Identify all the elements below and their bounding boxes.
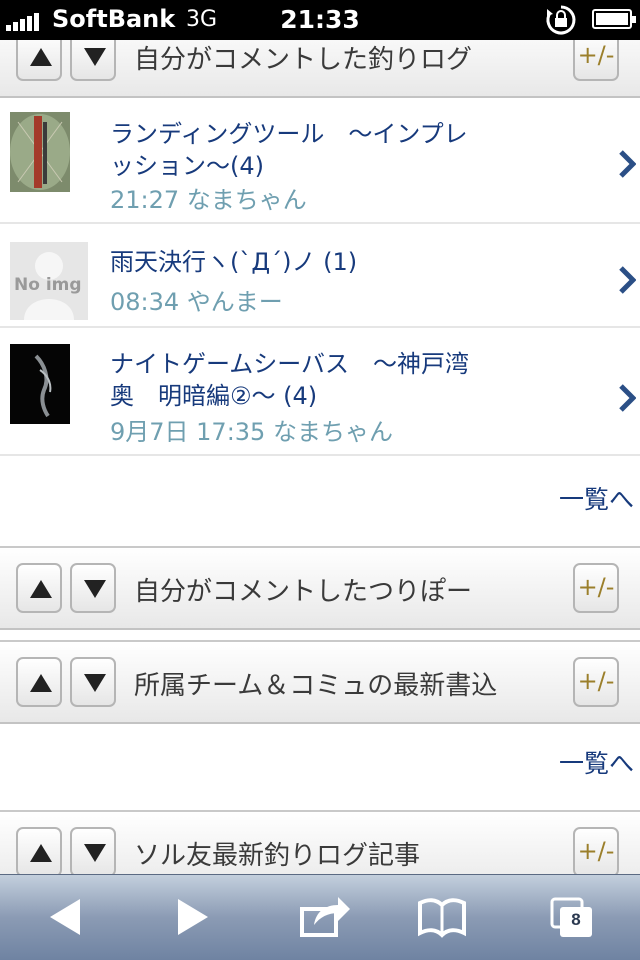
section-title: 所属チーム＆コミュの最新書込 [134,671,498,701]
log-title[interactable]: ランディングツール ～インプレッション～(4) [110,118,490,182]
toggle-section-button[interactable]: +/- [573,657,619,707]
log-thumbnail [10,112,70,192]
toggle-section-button[interactable]: +/- [573,563,619,613]
rotation-lock-icon [546,5,576,35]
log-title[interactable]: ナイトゲームシーバス ～神戸湾奥 明暗編②～ (4) [110,348,490,412]
section-header-commented-tsuripo: 自分がコメントしたつりぽー +/- [0,546,640,630]
move-up-button[interactable] [16,40,62,81]
down-arrow-icon [84,844,106,862]
battery-icon [592,9,636,29]
status-bar: SoftBank 3G 21:33 [0,0,640,40]
section-title: 自分がコメントしたつりぽー [134,577,473,607]
section-header-friends-logs: ソル友最新釣りログ記事 +/- [0,810,640,874]
browser-window: { "status_bar": { "carrier": "SoftBank",… [0,0,640,960]
log-meta: 08:34 やんまー [110,288,283,316]
up-arrow-icon [30,580,52,598]
chevron-right-icon [619,266,636,294]
chevron-right-icon [619,384,636,412]
move-up-button[interactable] [16,657,62,707]
down-arrow-icon [84,48,106,66]
tab-count: 8 [571,910,581,929]
move-down-button[interactable] [70,657,116,707]
back-button[interactable] [40,887,120,947]
up-arrow-icon [30,844,52,862]
no-image-label: No img [14,275,82,295]
up-arrow-icon [30,674,52,692]
section-title: 自分がコメントした釣りログ [134,45,473,75]
forward-arrow-icon [178,899,208,935]
share-button[interactable] [296,887,376,947]
status-time: 21:33 [280,5,360,34]
toggle-section-button[interactable]: +/- [573,40,619,81]
bookmarks-book-icon [418,898,466,938]
no-image-thumbnail: No img [10,242,88,320]
down-arrow-icon [84,674,106,692]
chevron-right-icon [619,150,636,178]
view-all-link[interactable]: 一覧へ [559,480,634,516]
move-up-button[interactable] [16,827,62,874]
back-arrow-icon [50,899,80,935]
toggle-section-button[interactable]: +/- [573,827,619,874]
log-meta: 9月7日 17:35 なまちゃん [110,418,393,446]
up-arrow-icon [30,48,52,66]
section-title: ソル友最新釣りログ記事 [134,841,421,871]
down-arrow-icon [84,580,106,598]
share-icon [300,897,350,937]
section-header-team-community: 所属チーム＆コミュの最新書込 +/- [0,640,640,724]
log-title[interactable]: 雨天決行ヽ(`Д´)ノ (1) [110,246,490,278]
move-down-button[interactable] [70,40,116,81]
move-up-button[interactable] [16,563,62,613]
bookmarks-button[interactable] [412,887,492,947]
log-meta: 21:27 なまちゃん [110,186,307,214]
log-item[interactable]: No img 雨天決行ヽ(`Д´)ノ (1) 08:34 やんまー [0,224,640,328]
log-item[interactable]: ナイトゲームシーバス ～神戸湾奥 明暗編②～ (4) 9月7日 17:35 なま… [0,328,640,456]
view-all-link[interactable]: 一覧へ [559,744,634,780]
page-content: 自分がコメントした釣りログ +/- ランディングツール ～インプレッション～(4… [0,40,640,874]
browser-toolbar [0,874,640,960]
log-item[interactable]: ランディングツール ～インプレッション～(4) 21:27 なまちゃん [0,98,640,224]
forward-button[interactable] [162,887,242,947]
move-down-button[interactable] [70,827,116,874]
section-header-commented-logs: 自分がコメントした釣りログ +/- [0,40,640,98]
log-thumbnail [10,344,70,424]
move-down-button[interactable] [70,563,116,613]
